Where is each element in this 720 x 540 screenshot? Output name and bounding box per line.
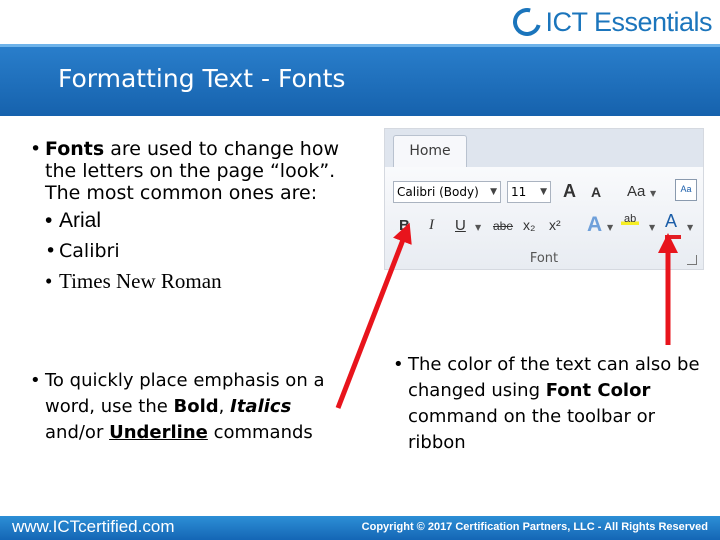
logo-text: ICT Essentials (545, 6, 712, 37)
header-band: Formatting Text - Fonts (0, 44, 720, 116)
font-size-select[interactable]: 11 ▼ (507, 181, 551, 203)
change-case-button[interactable]: Aa (627, 183, 645, 200)
ribbon-tabbar: Home (385, 129, 703, 169)
superscript-button[interactable]: x² (549, 217, 561, 233)
separator: , (218, 396, 231, 417)
shrink-font-button[interactable]: A (591, 184, 601, 200)
font-group-label: Font (529, 251, 559, 266)
left-bullet-emphasis: To quickly place emphasis on a word, use… (30, 368, 350, 446)
bullet-font-color-end: command on the toolbar or ribbon (408, 406, 656, 453)
subscript-button[interactable]: x₂ (523, 217, 535, 233)
highlight-button[interactable]: ab (621, 213, 640, 225)
font-item-calibri: Calibri (45, 240, 350, 262)
underline-keyword: Underline (109, 422, 208, 443)
footer-copyright: Copyright © 2017 Certification Partners,… (361, 521, 708, 533)
right-bullet-font-color: The color of the text can also be change… (393, 352, 708, 456)
footer-website[interactable]: www.ICTcertified.com (12, 517, 174, 537)
bold-keyword: Bold (173, 396, 219, 417)
bullet-emphasis: To quickly place emphasis on a word, use… (30, 368, 350, 446)
chevron-down-icon: ▼ (650, 189, 657, 198)
italics-keyword: Italics (230, 396, 292, 417)
chevron-down-icon: ▼ (490, 187, 497, 197)
logo-mark-icon (508, 2, 547, 42)
chevron-down-icon: ▼ (475, 223, 482, 232)
separator: and/or (45, 422, 110, 443)
font-item-times-new-roman: Times New Roman (45, 270, 350, 292)
grow-font-button[interactable]: A (563, 181, 576, 202)
page-title: Formatting Text - Fonts (58, 64, 346, 93)
clear-formatting-button[interactable]: Aa (675, 179, 697, 201)
ribbon-screenshot: Home Calibri (Body) ▼ 11 ▼ A A Aa ▼ Aa B I… (384, 128, 704, 270)
font-color-keyword: Font Color (545, 380, 651, 401)
chevron-down-icon: ▼ (540, 187, 547, 197)
bullet-font-color: The color of the text can also be change… (393, 352, 708, 456)
bullet-fonts-keyword: Fonts (45, 138, 105, 160)
strikethrough-button[interactable]: abe (493, 219, 513, 233)
chevron-down-icon: ▼ (687, 223, 694, 232)
bold-button[interactable]: B (399, 217, 410, 234)
left-bullet-list: Fonts are used to change how the letters… (30, 138, 350, 292)
dialog-launcher-icon[interactable] (687, 255, 697, 265)
italic-button[interactable]: I (429, 217, 434, 234)
font-item-arial: Arial (45, 210, 350, 233)
chevron-down-icon: ▼ (607, 223, 614, 232)
top-strip: ICT Essentials (0, 0, 720, 46)
text-effects-button[interactable]: A (587, 213, 602, 237)
font-color-button[interactable]: A (665, 211, 677, 232)
bullet-emphasis-end: commands (207, 422, 313, 443)
footer: www.ICTcertified.com Copyright © 2017 Ce… (0, 516, 720, 540)
font-size-value: 11 (511, 185, 527, 199)
logo: ICT Essentials (508, 2, 712, 42)
font-color-bar (665, 235, 681, 239)
underline-button[interactable]: U (455, 217, 466, 234)
font-name-value: Calibri (Body) (397, 185, 479, 199)
font-name-select[interactable]: Calibri (Body) ▼ (393, 181, 501, 203)
ribbon-font-group: Calibri (Body) ▼ 11 ▼ A A Aa ▼ Aa B I U ▼ … (385, 167, 703, 269)
chevron-down-icon: ▼ (649, 223, 656, 232)
tab-home[interactable]: Home (393, 135, 467, 169)
bullet-fonts: Fonts are used to change how the letters… (30, 138, 350, 204)
